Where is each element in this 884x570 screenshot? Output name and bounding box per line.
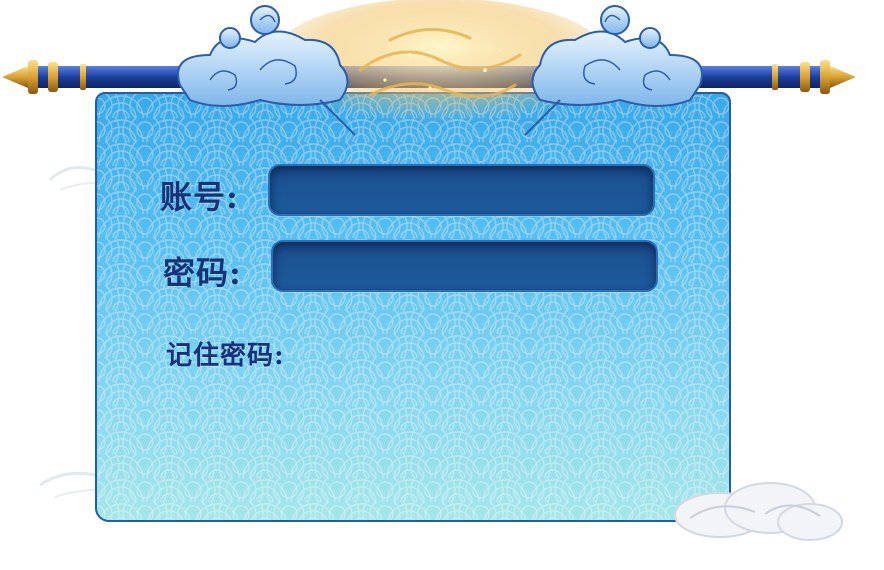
wave-pattern-background: [97, 94, 729, 520]
login-scroll-window: 账号: 密码: 记住密码:: [0, 0, 884, 570]
password-input[interactable]: [271, 240, 658, 292]
account-input[interactable]: [268, 164, 655, 216]
bottom-right-cloud-icon: [674, 482, 843, 541]
auspicious-cloud-ornament-icon: [177, 0, 703, 136]
scroll-paper-panel: [95, 92, 731, 522]
account-label: 账号:: [160, 178, 239, 216]
password-label: 密码:: [163, 254, 242, 292]
remember-password-label: 记住密码:: [166, 341, 285, 371]
